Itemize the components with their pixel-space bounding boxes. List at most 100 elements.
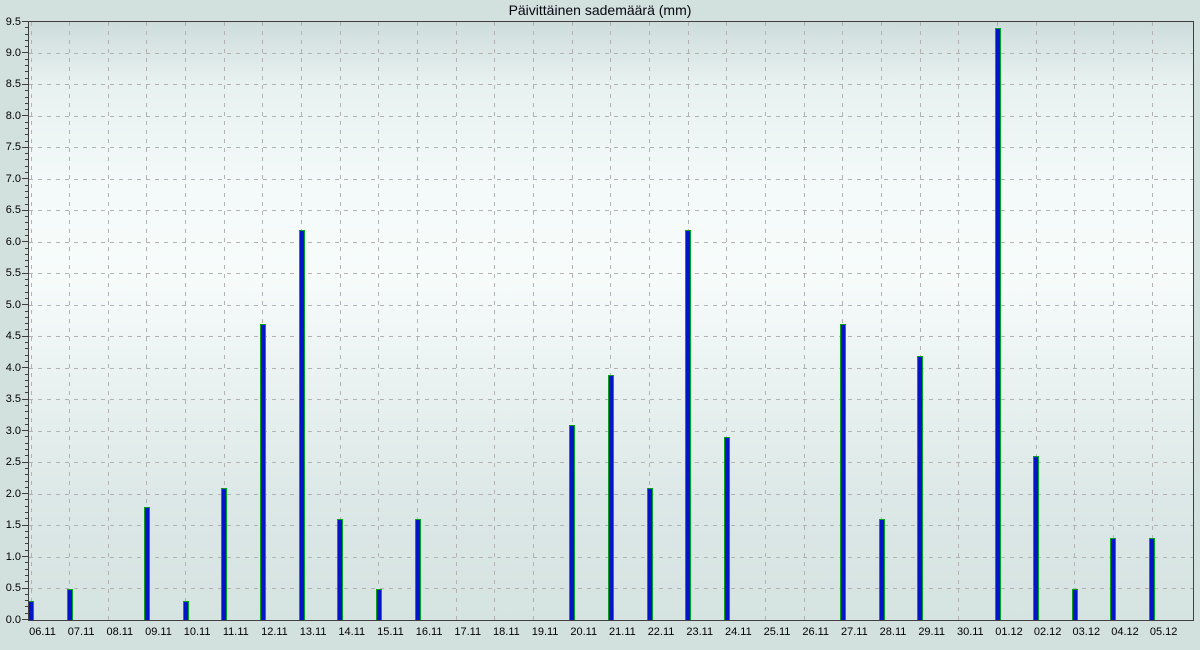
y-axis-minor-tick <box>25 229 28 230</box>
y-axis-minor-tick <box>25 40 28 41</box>
bar <box>685 230 691 620</box>
vertical-gridline <box>494 22 495 620</box>
vertical-gridline <box>804 22 805 620</box>
vertical-gridline <box>533 22 534 620</box>
y-axis-minor-tick <box>25 97 28 98</box>
y-axis-tick-label: 9.0 <box>0 47 21 59</box>
y-axis-tick-label: 8.5 <box>0 78 21 90</box>
y-axis-minor-tick <box>25 613 28 614</box>
x-axis-tick-label: 30.11 <box>950 626 990 639</box>
y-axis-minor-tick <box>25 122 28 123</box>
x-axis-tick-label: 08.11 <box>100 626 140 639</box>
y-axis-tick-label: 4.0 <box>0 362 21 374</box>
bar <box>995 28 1001 620</box>
bar <box>1149 538 1155 620</box>
y-axis-minor-tick <box>25 575 28 576</box>
y-axis-minor-tick <box>25 512 28 513</box>
y-axis-tick-label: 4.5 <box>0 330 21 342</box>
y-axis-minor-tick <box>25 600 28 601</box>
bar <box>337 519 343 620</box>
bar <box>647 488 653 620</box>
y-axis-major-tick <box>22 367 28 368</box>
y-axis-minor-tick <box>25 418 28 419</box>
y-axis-minor-tick <box>25 166 28 167</box>
y-axis-minor-tick <box>25 185 28 186</box>
y-axis-minor-tick <box>25 355 28 356</box>
x-axis-tick-label: 21.11 <box>602 626 642 639</box>
y-axis-major-tick <box>22 493 28 494</box>
y-axis-tick-label: 5.5 <box>0 267 21 279</box>
y-axis-minor-tick <box>25 537 28 538</box>
y-axis-minor-tick <box>25 298 28 299</box>
y-axis-minor-tick <box>25 518 28 519</box>
y-axis-minor-tick <box>25 386 28 387</box>
y-axis-minor-tick <box>25 455 28 456</box>
y-axis-minor-tick <box>25 254 28 255</box>
x-axis-tick-label: 23.11 <box>680 626 720 639</box>
x-axis-tick-label: 18.11 <box>486 626 526 639</box>
vertical-gridline <box>456 22 457 620</box>
y-axis-minor-tick <box>25 606 28 607</box>
x-axis-tick-label: 04.12 <box>1105 626 1145 639</box>
y-axis-minor-tick <box>25 59 28 60</box>
vertical-gridline <box>378 22 379 620</box>
y-axis-major-tick <box>22 52 28 53</box>
x-axis-tick-label: 25.11 <box>757 626 797 639</box>
y-axis-major-tick <box>22 178 28 179</box>
y-axis-minor-tick <box>25 436 28 437</box>
y-axis-tick-label: 1.5 <box>0 519 21 531</box>
y-axis-minor-tick <box>25 292 28 293</box>
bar <box>724 437 730 620</box>
x-axis-tick-label: 14.11 <box>332 626 372 639</box>
x-axis-tick-label: 15.11 <box>370 626 410 639</box>
y-axis-minor-tick <box>25 474 28 475</box>
y-axis-major-tick <box>22 588 28 589</box>
x-axis-tick-label: 06.11 <box>23 626 63 639</box>
x-axis-tick-label: 13.11 <box>293 626 333 639</box>
y-axis-minor-tick <box>25 329 28 330</box>
x-axis-tick-label: 01.12 <box>989 626 1029 639</box>
y-axis-minor-tick <box>25 153 28 154</box>
x-axis-tick-label: 28.11 <box>873 626 913 639</box>
y-axis-minor-tick <box>25 128 28 129</box>
y-axis-minor-tick <box>25 342 28 343</box>
y-axis-major-tick <box>22 525 28 526</box>
vertical-gridline <box>1074 22 1075 620</box>
x-axis-tick-label: 20.11 <box>564 626 604 639</box>
vertical-gridline <box>185 22 186 620</box>
y-axis-minor-tick <box>25 204 28 205</box>
x-axis-tick-label: 19.11 <box>525 626 565 639</box>
bar <box>183 601 189 620</box>
y-axis-major-tick <box>22 430 28 431</box>
y-axis-minor-tick <box>25 191 28 192</box>
y-axis-major-tick <box>22 115 28 116</box>
y-axis-tick-label: 8.0 <box>0 110 21 122</box>
vertical-gridline <box>69 22 70 620</box>
vertical-gridline <box>1113 22 1114 620</box>
x-axis-tick-label: 12.11 <box>254 626 294 639</box>
y-axis-major-tick <box>22 462 28 463</box>
y-axis-minor-tick <box>25 235 28 236</box>
y-axis-minor-tick <box>25 311 28 312</box>
bar <box>608 375 614 620</box>
y-axis-minor-tick <box>25 411 28 412</box>
y-axis-major-tick <box>22 21 28 22</box>
x-axis-tick-label: 17.11 <box>448 626 488 639</box>
y-axis-tick-label: 3.5 <box>0 393 21 405</box>
y-axis-minor-tick <box>25 487 28 488</box>
vertical-gridline <box>958 22 959 620</box>
bar <box>1072 589 1078 620</box>
y-axis-minor-tick <box>25 374 28 375</box>
y-axis-minor-tick <box>25 260 28 261</box>
x-axis-tick-label: 07.11 <box>61 626 101 639</box>
y-axis-tick-label: 3.0 <box>0 425 21 437</box>
y-axis-tick-label: 7.0 <box>0 173 21 185</box>
x-axis-tick-label: 05.12 <box>1144 626 1184 639</box>
y-axis-minor-tick <box>25 443 28 444</box>
y-axis-minor-tick <box>25 481 28 482</box>
bar <box>1033 456 1039 620</box>
y-axis-minor-tick <box>25 159 28 160</box>
y-axis-minor-tick <box>25 71 28 72</box>
y-axis-minor-tick <box>25 543 28 544</box>
x-axis-tick-label: 09.11 <box>138 626 178 639</box>
